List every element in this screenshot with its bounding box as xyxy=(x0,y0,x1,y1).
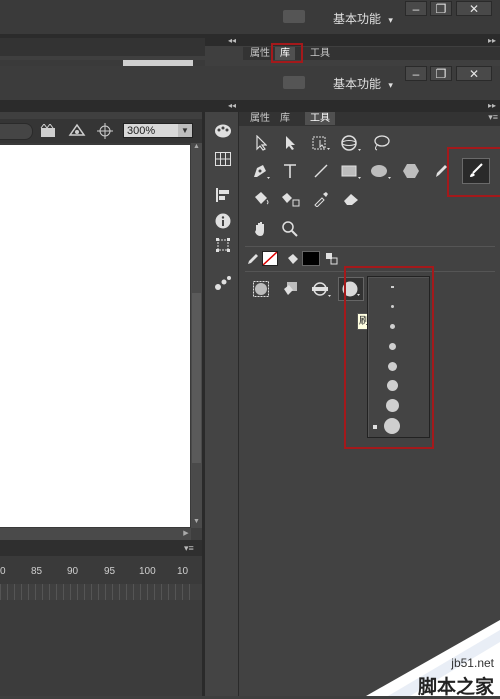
text-tool[interactable] xyxy=(277,159,303,183)
tab-properties[interactable]: 属性 xyxy=(245,112,275,125)
back-collapse-icon: ◂◂ xyxy=(228,36,237,45)
close-button[interactable]: ✕ xyxy=(456,66,492,81)
highlight-library-tab xyxy=(271,43,303,63)
highlight-brush-tool xyxy=(447,147,500,197)
eraser-tool[interactable] xyxy=(338,187,364,211)
edit-symbols-icon[interactable] xyxy=(40,123,58,138)
color-row-divider xyxy=(245,246,495,247)
tab-tools-back[interactable]: 工具 xyxy=(305,47,335,60)
ruler-label: 100 xyxy=(139,566,156,577)
title-bar-gear-icon xyxy=(283,76,305,89)
oval-tool[interactable] xyxy=(368,159,394,183)
vertical-scrollbar[interactable]: ▲ ▼ xyxy=(191,143,202,528)
minimize-button[interactable]: – xyxy=(405,66,427,81)
watermark-domain: jb51.net xyxy=(451,656,494,670)
lasso-tool[interactable] xyxy=(368,131,394,155)
panel-menu-icon[interactable]: ▾≡ xyxy=(488,112,498,123)
scroll-thumb[interactable] xyxy=(192,293,201,463)
swatches-grid-icon[interactable] xyxy=(210,148,236,170)
tab-tools[interactable]: 工具 xyxy=(305,112,335,125)
workspace-label-back: 基本功能 xyxy=(333,12,382,26)
restore-button-back[interactable]: ❐ xyxy=(430,1,452,16)
color-palette-icon[interactable] xyxy=(210,120,236,142)
timeline-header xyxy=(0,540,205,556)
watermark-name: 脚本之家 xyxy=(417,677,494,698)
chevron-down-icon: ▼ xyxy=(178,124,192,137)
fill-color-bucket-icon xyxy=(286,252,300,266)
highlight-brush-size-popup xyxy=(344,266,434,449)
paint-bucket-tool[interactable] xyxy=(248,187,274,211)
polystar-tool[interactable] xyxy=(398,159,424,183)
ink-bottle-tool[interactable] xyxy=(277,187,303,211)
panel-tabs: 属性 库 工具 ▾≡ xyxy=(239,112,500,126)
stroke-color-swatch[interactable] xyxy=(262,251,278,266)
expand-icon[interactable]: ▸▸ xyxy=(488,101,496,110)
object-drawing-icon[interactable] xyxy=(248,277,274,301)
motion-presets-icon[interactable] xyxy=(210,272,236,294)
back-doc-strip xyxy=(0,38,205,56)
close-button-back[interactable]: ✕ xyxy=(456,1,492,16)
minimize-button-back[interactable]: – xyxy=(405,1,427,16)
ruler-label: 90 xyxy=(67,566,79,577)
collapse-icon[interactable]: ◂◂ xyxy=(228,101,236,110)
stage-canvas[interactable] xyxy=(0,145,190,527)
panel-collapse-strip xyxy=(0,100,500,112)
tab-library[interactable]: 库 xyxy=(275,112,295,125)
workspace-switcher[interactable]: 基本功能 ▾ xyxy=(333,75,393,92)
center-stage-icon[interactable] xyxy=(97,123,113,139)
lock-fill-icon[interactable] xyxy=(277,277,303,301)
timeline-menu-icon[interactable]: ▾≡ xyxy=(184,543,194,554)
line-tool[interactable] xyxy=(308,159,334,183)
ruler-label: 85 xyxy=(31,566,43,577)
3d-rotation-tool[interactable] xyxy=(338,131,364,155)
horizontal-scrollbar[interactable]: ▶ xyxy=(0,528,191,540)
free-transform-tool[interactable] xyxy=(308,131,334,155)
swap-colors-icon[interactable] xyxy=(325,252,339,266)
subselection-tool[interactable] xyxy=(277,131,303,155)
scroll-down-arrow[interactable]: ▼ xyxy=(191,518,202,528)
zoom-tool[interactable] xyxy=(277,217,303,241)
back-expand-icon: ▸▸ xyxy=(488,36,497,45)
title-bar-back-gear-icon xyxy=(283,10,305,23)
scroll-up-arrow[interactable]: ▲ xyxy=(191,143,202,153)
chevron-down-icon: ▾ xyxy=(388,80,393,90)
eyedropper-tool[interactable] xyxy=(308,187,334,211)
zoom-select[interactable]: 300% ▼ xyxy=(123,123,193,138)
ruler-label: 95 xyxy=(104,566,116,577)
align-icon[interactable] xyxy=(210,184,236,206)
transform-icon[interactable] xyxy=(210,234,236,256)
fill-color-swatch[interactable] xyxy=(302,251,320,266)
edit-scene-icon[interactable] xyxy=(68,123,88,139)
zoom-value: 300% xyxy=(127,125,156,137)
timeline-body xyxy=(0,600,205,696)
hand-tool[interactable] xyxy=(248,217,274,241)
workspace-label: 基本功能 xyxy=(333,77,382,91)
workspace-switcher-back[interactable]: 基本功能 ▾ xyxy=(333,10,393,27)
rectangle-tool[interactable] xyxy=(338,159,364,183)
watermark: jb51.net 脚本之家 xyxy=(358,620,500,698)
timeline-frames-row[interactable] xyxy=(0,584,190,600)
brush-mode-icon[interactable] xyxy=(308,277,334,301)
scroll-right-arrow[interactable]: ▶ xyxy=(181,528,191,540)
restore-button[interactable]: ❐ xyxy=(430,66,452,81)
selection-tool[interactable] xyxy=(248,131,274,155)
info-icon[interactable] xyxy=(210,210,236,232)
chevron-down-icon: ▾ xyxy=(388,15,393,25)
ruler-label: 10 xyxy=(177,566,189,577)
stroke-color-pencil-icon xyxy=(246,252,260,266)
scene-field[interactable] xyxy=(0,123,33,140)
ruler-label: 0 xyxy=(0,566,6,577)
pen-tool[interactable] xyxy=(248,159,274,183)
